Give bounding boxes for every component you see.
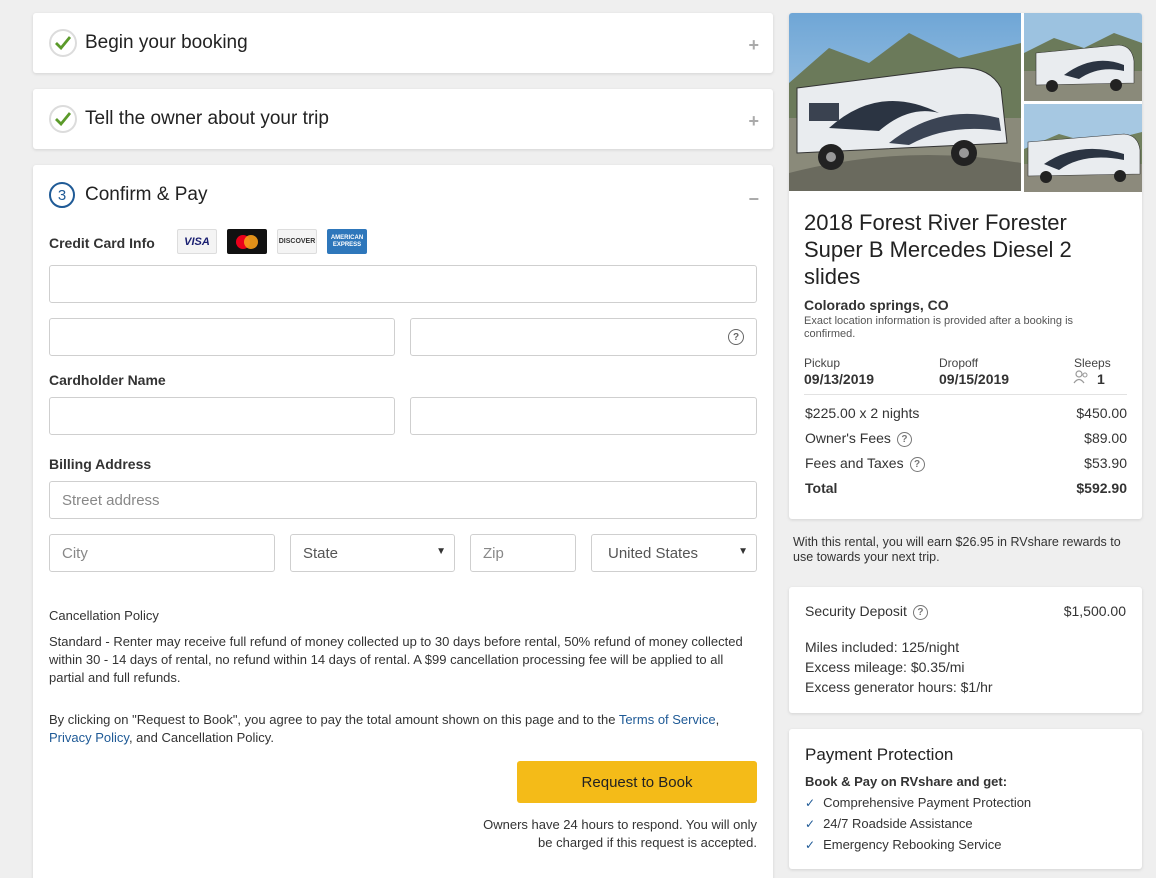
privacy-link[interactable]: Privacy Policy — [49, 730, 129, 745]
request-to-book-button[interactable]: Request to Book — [517, 761, 757, 803]
visa-icon: VISA — [177, 229, 217, 254]
help-icon[interactable]: ? — [909, 456, 925, 472]
step-confirm-pay: 3 Confirm & Pay − Credit Card Info VISA … — [33, 165, 773, 878]
fees-taxes-row: Fees and Taxes? $53.90 — [805, 455, 1127, 472]
help-icon[interactable]: ? — [896, 431, 912, 447]
mastercard-icon — [227, 229, 267, 254]
respond-note: Owners have 24 hours to respond. You wil… — [483, 817, 757, 850]
pickup-label: Pickup — [804, 356, 841, 370]
cancellation-title: Cancellation Policy — [49, 608, 159, 623]
rv-main-photo[interactable] — [789, 13, 1021, 191]
card-logos: VISA DISCOVER AMERICAN EXPRESS — [177, 229, 377, 255]
people-icon — [1073, 370, 1089, 387]
protection-item: ✓ 24/7 Roadside Assistance — [805, 816, 973, 831]
protection-item: ✓ Emergency Rebooking Service — [805, 837, 1002, 852]
deposit-card: Security Deposit? $1,500.00 Miles includ… — [789, 587, 1142, 713]
dropoff-label: Dropoff — [939, 356, 979, 370]
billing-label: Billing Address — [49, 456, 152, 472]
protection-card: Payment Protection Book & Pay on RVshare… — [789, 729, 1142, 869]
country-select[interactable]: United States ▼ — [591, 534, 757, 572]
step-trip-info[interactable]: Tell the owner about your trip + — [33, 89, 773, 149]
step-title: Begin your booking — [85, 32, 248, 53]
sleeps-label: Sleeps — [1074, 356, 1111, 370]
nights-row: $225.00 x 2 nights $450.00 — [805, 405, 1127, 421]
check-icon: ✓ — [805, 837, 816, 852]
help-icon[interactable]: ? — [728, 329, 744, 345]
card-expiry-input[interactable] — [49, 318, 395, 356]
dropoff-date: 09/15/2019 — [939, 371, 1010, 387]
protection-item: ✓ Comprehensive Payment Protection — [805, 795, 1032, 810]
check-icon — [49, 105, 77, 133]
sleeps-count: 1 — [1073, 370, 1105, 387]
listing-card: 2018 Forest River Forester Super B Merce… — [789, 13, 1142, 519]
collapse-icon[interactable]: − — [748, 189, 759, 210]
excess-mileage: Excess mileage: $0.35/mi — [805, 659, 965, 675]
protection-title: Payment Protection — [805, 745, 954, 764]
zip-input[interactable] — [470, 534, 576, 572]
terms-link[interactable]: Terms of Service — [619, 712, 716, 727]
listing-title[interactable]: 2018 Forest River Forester Super B Merce… — [804, 209, 1104, 290]
amex-icon: AMERICAN EXPRESS — [327, 229, 367, 254]
total-row: Total $592.90 — [805, 480, 1127, 496]
help-icon[interactable]: ? — [912, 604, 928, 620]
check-icon: ✓ — [805, 816, 816, 831]
location-note: Exact location information is provided a… — [804, 315, 1074, 340]
credit-card-label: Credit Card Info — [49, 235, 155, 251]
last-name-input[interactable] — [410, 397, 757, 435]
agreement-text: By clicking on "Request to Book", you ag… — [49, 712, 720, 745]
dropdown-arrow-icon: ▼ — [738, 546, 748, 557]
deposit-value: $1,500.00 — [1063, 603, 1126, 619]
excess-generator: Excess generator hours: $1/hr — [805, 679, 993, 695]
deposit-label: Security Deposit? — [805, 603, 928, 620]
step-title: Tell the owner about your trip — [85, 108, 329, 129]
card-number-input[interactable] — [49, 265, 757, 303]
rv-photo-3[interactable] — [1024, 104, 1142, 192]
protection-subtitle: Book & Pay on RVshare and get: — [805, 774, 1008, 789]
expand-icon[interactable]: + — [748, 111, 759, 132]
step-begin-booking[interactable]: Begin your booking + — [33, 13, 773, 73]
pickup-date: 09/13/2019 — [804, 371, 875, 387]
rewards-note: With this rental, you will earn $26.95 i… — [793, 535, 1121, 564]
check-icon — [49, 29, 77, 57]
first-name-input[interactable] — [49, 397, 395, 435]
discover-icon: DISCOVER — [277, 229, 317, 254]
owner-fees-row: Owner's Fees? $89.00 — [805, 430, 1127, 447]
dropdown-arrow-icon: ▼ — [436, 546, 446, 557]
check-icon: ✓ — [805, 795, 816, 810]
city-input[interactable] — [49, 534, 275, 572]
listing-location: Colorado springs, CO — [804, 297, 949, 313]
divider — [804, 394, 1127, 395]
miles-included: Miles included: 125/night — [805, 639, 960, 655]
street-input[interactable] — [49, 481, 757, 519]
step-title: Confirm & Pay — [85, 184, 208, 205]
card-cvc-input[interactable]: ? — [410, 318, 757, 356]
cancellation-text: Standard - Renter may receive full refun… — [49, 634, 743, 685]
rv-photo-2[interactable] — [1024, 13, 1142, 101]
state-select[interactable]: State ▼ — [290, 534, 455, 572]
step-number: 3 — [49, 182, 75, 208]
expand-icon[interactable]: + — [748, 35, 759, 56]
cardholder-label: Cardholder Name — [49, 372, 166, 388]
